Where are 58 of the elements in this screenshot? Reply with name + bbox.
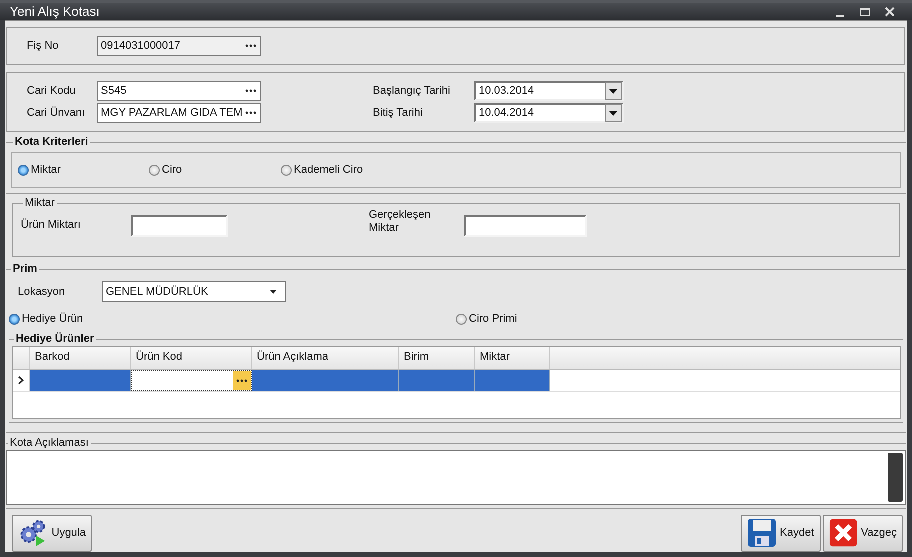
group-title: Miktar (24, 197, 56, 209)
radio-button[interactable] (281, 164, 292, 176)
radio-button[interactable] (149, 164, 160, 176)
column-header[interactable]: Miktar (475, 347, 550, 369)
window-title: Yeni Alış Kotası (10, 4, 101, 19)
close-icon[interactable] (884, 6, 896, 18)
group-title: Prim (12, 263, 38, 275)
table-cell[interactable] (30, 370, 131, 391)
dropdown-arrow-icon[interactable] (270, 290, 277, 294)
maximize-icon[interactable] (859, 6, 871, 18)
radio-button[interactable] (9, 314, 20, 324)
field-label: Gerçekleşen Miktar (369, 209, 432, 235)
field-label: Fiş No (27, 40, 60, 52)
apply-button[interactable]: Uygula (12, 514, 92, 552)
radio-option[interactable]: Hediye Ürün (9, 313, 456, 325)
column-header[interactable]: Ürün Açıklama (252, 347, 399, 369)
table-cell[interactable] (475, 370, 550, 391)
field-label: Bitiş Tarihi (373, 107, 424, 119)
field-label: Ürün Miktarı (21, 219, 82, 231)
date-field[interactable]: 10.04.2014 (474, 103, 624, 123)
radio-option[interactable]: Miktar (18, 164, 149, 176)
group-title: Kota Açıklaması (9, 437, 90, 449)
table-cell[interactable] (252, 370, 399, 391)
scrollbar[interactable] (888, 453, 903, 502)
ellipsis-icon[interactable] (245, 111, 258, 115)
field-label: Lokasyon (18, 286, 66, 298)
group-title: Kota Kriterleri (14, 136, 90, 148)
radio-option[interactable]: Kademeli Ciro (281, 164, 364, 176)
group-title: Hediye Ürünler (15, 333, 96, 345)
ellipsis-icon[interactable] (245, 44, 257, 48)
dropdown-arrow-icon[interactable] (609, 110, 618, 116)
radio-button[interactable] (456, 314, 467, 324)
field-label: Cari Kodu (27, 85, 77, 97)
radio-option[interactable]: Ciro (149, 164, 281, 176)
input-field[interactable] (131, 215, 228, 237)
location-dropdown[interactable]: GENEL MÜDÜRLÜK (102, 281, 286, 302)
ellipsis-icon[interactable] (245, 89, 257, 93)
column-header[interactable]: Ürün Kod (131, 347, 252, 369)
dropdown-arrow-icon[interactable] (609, 88, 618, 94)
input-field[interactable] (464, 215, 587, 237)
table-cell[interactable] (399, 370, 475, 391)
save-button[interactable]: Kaydet (741, 514, 821, 552)
description-field[interactable] (6, 450, 906, 505)
table-cell[interactable] (131, 370, 252, 391)
date-field[interactable]: 10.03.2014 (474, 81, 624, 101)
radio-option[interactable]: Ciro Primi (456, 313, 518, 325)
field-label: Başlangıç Tarihi (373, 85, 452, 97)
fis-no-field[interactable]: 0914031000017 (97, 36, 261, 56)
radio-button[interactable] (18, 164, 29, 176)
lookup-field[interactable]: S545 (97, 81, 261, 101)
column-header[interactable]: Barkod (30, 347, 131, 369)
ellipsis-icon[interactable] (236, 378, 248, 382)
column-header[interactable]: Birim (399, 347, 475, 369)
lookup-field[interactable]: MGY PAZARLAM GIDA TEM (97, 103, 261, 123)
field-label: Cari Ünvanı (27, 107, 86, 119)
cancel-button[interactable]: Vazgeç (823, 514, 903, 552)
current-row-icon (18, 376, 24, 385)
cancel-icon (829, 518, 858, 548)
